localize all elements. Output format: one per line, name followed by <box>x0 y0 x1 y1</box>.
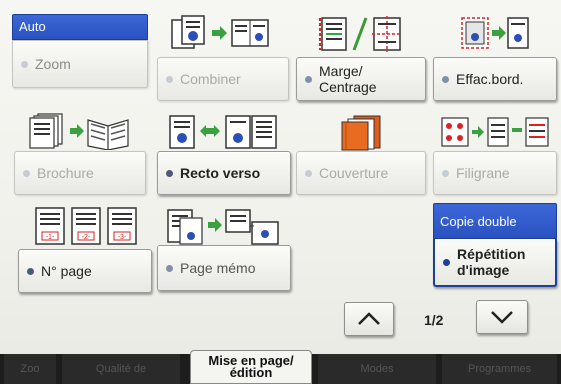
page-memo-label: Page mémo <box>180 260 256 276</box>
page-up-button[interactable] <box>344 302 394 336</box>
auto-zoom-header: Auto <box>12 14 148 40</box>
marge-line-2: Centrage <box>319 79 377 95</box>
status-dot-icon <box>442 75 449 83</box>
effac-bord-label: Effac.bord. <box>456 71 524 87</box>
page-down-button[interactable] <box>476 300 528 334</box>
recto-verso-button[interactable]: Recto verso <box>157 151 291 195</box>
tab-zoom[interactable]: Zoo <box>4 354 56 384</box>
tab-qualite[interactable]: Qualité de <box>62 354 180 384</box>
status-dot-icon <box>27 267 34 275</box>
effac-bord-button[interactable]: Effac.bord. <box>433 57 557 101</box>
repetition-image-button[interactable]: Répétition d'image <box>433 239 557 287</box>
cover-icon <box>341 115 381 151</box>
zoom-label: Zoom <box>35 56 71 72</box>
status-dot-icon <box>166 264 173 272</box>
chevron-down-icon <box>491 311 513 324</box>
watermark-icon <box>441 117 549 147</box>
marge-centrage-button[interactable]: Marge/ Centrage <box>296 57 426 101</box>
status-dot-icon <box>23 169 30 177</box>
svg-text:-3-: -3- <box>118 234 127 241</box>
page-indicator: 1/2 <box>424 312 444 328</box>
tab-mise-en-page-label: Mise en page/ édition <box>208 354 293 380</box>
repetition-image-label: Répétition d'image <box>457 246 525 278</box>
zoom-button[interactable]: Zoom <box>12 40 148 88</box>
booklet-icon <box>29 113 129 150</box>
svg-text:-1-: -1- <box>46 234 55 241</box>
brochure-label: Brochure <box>37 165 94 181</box>
tab-active-line-2: édition <box>229 365 273 380</box>
marge-line-1: Marge/ <box>319 63 363 79</box>
status-dot-icon <box>305 169 312 177</box>
couverture-label: Couverture <box>319 165 389 181</box>
frame-erase-icon <box>461 17 529 49</box>
page-number-icon: -1- -2- -3- <box>35 207 137 245</box>
recto-verso-label: Recto verso <box>180 165 261 181</box>
brochure-button[interactable]: Brochure <box>14 151 146 195</box>
repetition-line-2: d'image <box>457 262 510 278</box>
status-dot-icon <box>443 258 450 266</box>
svg-text:-2-: -2- <box>82 234 91 241</box>
status-dot-icon <box>442 169 449 177</box>
duplex-icon <box>169 115 277 149</box>
filigrane-label: Filigrane <box>456 165 510 181</box>
page-memo-button[interactable]: Page mémo <box>157 245 291 291</box>
margin-shift-icon <box>319 16 402 52</box>
status-dot-icon <box>166 169 173 177</box>
marge-centrage-label: Marge/ Centrage <box>319 63 377 95</box>
status-dot-icon <box>21 60 28 68</box>
n-page-label: N° page <box>41 263 92 279</box>
n-page-button[interactable]: N° page <box>18 249 152 293</box>
copie-double-header: Copie double <box>433 203 557 239</box>
combiner-button[interactable]: Combiner <box>157 57 289 101</box>
status-dot-icon <box>305 75 312 83</box>
couverture-button[interactable]: Couverture <box>296 151 426 195</box>
tab-mise-en-page[interactable]: Mise en page/ édition <box>190 350 312 384</box>
tab-modes[interactable]: Modes <box>318 354 436 384</box>
status-dot-icon <box>166 75 173 83</box>
chevron-up-icon <box>358 312 380 325</box>
filigrane-button[interactable]: Filigrane <box>433 151 557 195</box>
tab-programmes[interactable]: Programmes <box>442 354 557 384</box>
page-memo-icon <box>167 209 279 245</box>
combine-pages-icon <box>171 15 269 49</box>
combiner-label: Combiner <box>180 71 241 87</box>
repetition-line-1: Répétition <box>457 246 526 262</box>
copier-panel: Auto Zoom Combiner Marge/ Centrage Effac… <box>0 0 561 384</box>
